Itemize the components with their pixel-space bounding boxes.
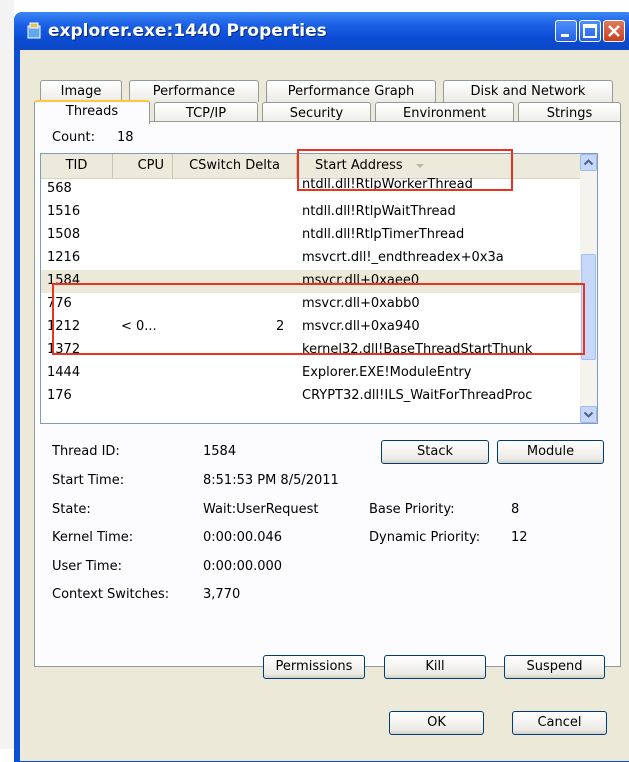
cancel-button[interactable]: Cancel: [512, 711, 607, 735]
table-row[interactable]: 1508 ntdll.dll!RtlpTimerThread: [41, 224, 581, 247]
count-label: Count:: [52, 130, 95, 145]
row-tid: 1508: [47, 227, 81, 242]
row-tid: 1444: [47, 365, 81, 380]
context-switches-label: Context Switches:: [52, 587, 170, 602]
tab-performance-graph[interactable]: Performance Graph: [266, 80, 436, 102]
ok-button[interactable]: OK: [389, 711, 484, 735]
tab-image[interactable]: Image: [40, 80, 122, 102]
user-time-label: User Time:: [52, 559, 122, 574]
kernel-time-value: 0:00:00.046: [203, 530, 283, 545]
suspend-button[interactable]: Suspend: [504, 655, 605, 679]
row-tid: 176: [47, 388, 72, 403]
column-cpu[interactable]: CPU: [113, 154, 173, 178]
scroll-down-button[interactable]: [580, 406, 597, 423]
close-button[interactable]: [603, 20, 625, 42]
row-start-address: CRYPT32.dll!ILS_WaitForThreadProc: [302, 388, 533, 403]
highlight-box-start-address: [297, 149, 513, 191]
title-bar[interactable]: explorer.exe:1440 Properties: [14, 12, 629, 50]
chevron-down-icon: [583, 411, 594, 418]
dynamic-priority-value: 12: [511, 530, 528, 545]
column-cswitch-delta[interactable]: CSwitch Delta: [173, 154, 297, 178]
window-title: explorer.exe:1440 Properties: [48, 21, 327, 41]
state-label: State:: [52, 502, 91, 517]
column-tid[interactable]: TID: [41, 154, 113, 178]
minimize-button[interactable]: [555, 20, 577, 42]
table-row[interactable]: 1516 ntdll.dll!RtlpWaitThread: [41, 201, 581, 224]
thread-id-label: Thread ID:: [52, 444, 120, 459]
kill-button[interactable]: Kill: [384, 655, 486, 679]
row-start-address: msvcrt.dll!_endthreadex+0x3a: [302, 250, 504, 265]
chevron-up-icon: [583, 159, 594, 166]
desktop-background: [0, 0, 14, 749]
maximize-icon: [583, 24, 597, 38]
count-value: 18: [117, 130, 134, 145]
thread-id-value: 1584: [203, 444, 237, 459]
stack-button[interactable]: Stack: [381, 440, 489, 464]
kernel-time-label: Kernel Time:: [52, 530, 134, 545]
table-row[interactable]: 1216 msvcrt.dll!_endthreadex+0x3a: [41, 247, 581, 270]
base-priority-label: Base Priority:: [369, 502, 455, 517]
row-tid: 568: [47, 181, 72, 196]
row-start-address: ntdll.dll!RtlpWaitThread: [302, 204, 456, 219]
context-switches-value: 3,770: [203, 587, 241, 602]
row-start-address: ntdll.dll!RtlpTimerThread: [302, 227, 465, 242]
dynamic-priority-label: Dynamic Priority:: [369, 530, 481, 545]
base-priority-value: 8: [511, 502, 520, 517]
minimize-icon: [561, 34, 569, 37]
tab-performance[interactable]: Performance: [129, 80, 259, 102]
state-value: Wait:UserRequest: [203, 502, 319, 517]
highlight-box-rows: [52, 283, 585, 355]
table-row[interactable]: 1444 Explorer.EXE!ModuleEntry: [41, 362, 581, 385]
start-time-value: 8:51:53 PM 8/5/2011: [203, 473, 339, 488]
maximize-button[interactable]: [579, 20, 601, 42]
close-icon: [608, 25, 620, 37]
module-button[interactable]: Module: [497, 440, 604, 464]
row-start-address: Explorer.EXE!ModuleEntry: [302, 365, 472, 380]
permissions-button[interactable]: Permissions: [263, 655, 365, 679]
row-tid: 1216: [47, 250, 81, 265]
tab-disk-and-network[interactable]: Disk and Network: [443, 80, 613, 102]
table-row[interactable]: 176 CRYPT32.dll!ILS_WaitForThreadProc: [41, 385, 581, 408]
scroll-up-button[interactable]: [580, 154, 597, 171]
tab-threads[interactable]: Threads: [34, 100, 150, 124]
start-time-label: Start Time:: [52, 473, 125, 488]
user-time-value: 0:00:00.000: [203, 559, 283, 574]
row-tid: 1516: [47, 204, 81, 219]
explorer-icon: [27, 22, 41, 39]
